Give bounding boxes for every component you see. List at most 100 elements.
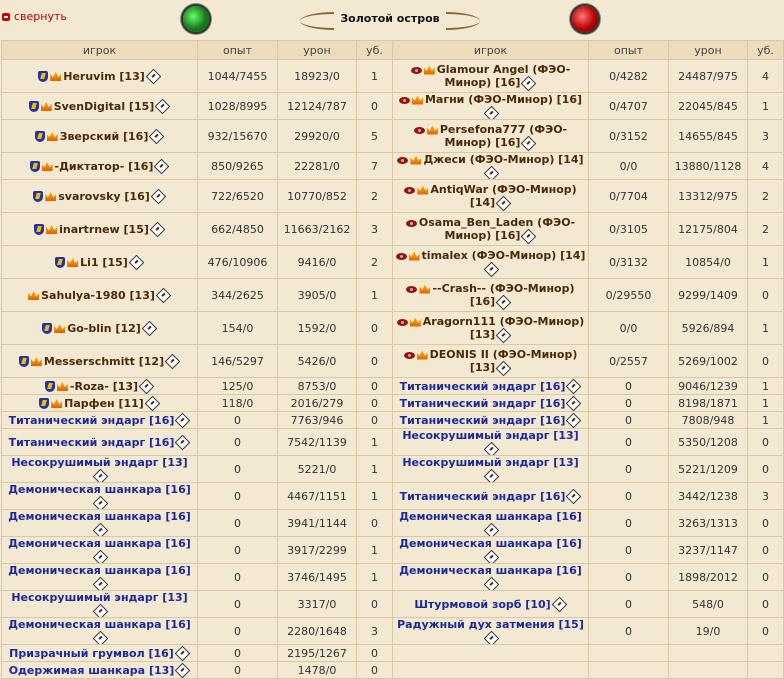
info-icon[interactable] [92, 468, 108, 482]
player-name-link[interactable]: Несокрушимый эндарг [13] [402, 430, 578, 443]
player-name-link[interactable]: Радужный дух затмения [15] [397, 619, 584, 632]
info-icon[interactable] [483, 261, 499, 277]
crown-icon [411, 95, 423, 105]
left-player-cell: Go-blin [12] [1, 311, 198, 345]
left-player-cell: Несокрушимый эндарг [13] [1, 590, 198, 618]
info-icon[interactable] [164, 353, 181, 370]
info-icon[interactable] [149, 128, 165, 145]
info-icon[interactable] [495, 294, 512, 310]
left-kills-cell: 1 [356, 536, 393, 564]
left-exp-cell: 0 [197, 661, 278, 679]
player-name-link[interactable]: Титанический эндарг [16] [400, 414, 566, 427]
player-name-link[interactable]: Титанический эндарг [16] [400, 397, 566, 410]
info-icon[interactable] [145, 68, 162, 85]
info-icon[interactable] [495, 327, 512, 343]
player-name-link[interactable]: Несокрушимый эндарг [13] [11, 457, 187, 470]
info-icon[interactable] [149, 221, 166, 238]
player-name-link[interactable]: Go-blin [12] [67, 322, 141, 335]
info-icon[interactable] [521, 75, 537, 91]
info-icon[interactable] [155, 287, 172, 304]
player-name-link[interactable]: Sahulya-1980 [13] [41, 289, 155, 302]
info-icon[interactable] [141, 320, 158, 337]
right-kills-cell: 4 [747, 152, 784, 180]
info-icon[interactable] [128, 254, 145, 271]
info-icon[interactable] [174, 645, 191, 661]
player-name-link[interactable]: Парфен [11] [64, 397, 144, 410]
info-icon[interactable] [92, 603, 108, 617]
info-icon[interactable] [495, 195, 512, 211]
player-name-link[interactable]: Демоническая шанкара [16] [399, 511, 582, 524]
player-name-link[interactable]: Osama_Ben_Laden (ФЭО-Минор) [16] [419, 216, 575, 242]
player-name-link[interactable]: Glamour Angel (ФЭО-Минор) [16] [437, 63, 571, 89]
info-icon[interactable] [138, 378, 155, 394]
player-name-link[interactable]: Джеси (ФЭО-Минор) [14] [423, 154, 583, 167]
info-icon[interactable] [566, 378, 582, 394]
player-name-link[interactable]: Титанический эндарг [16] [400, 380, 566, 393]
left-kills-cell: 1 [356, 563, 393, 591]
left-damage-cell: 7542/1139 [277, 428, 357, 456]
player-name-link[interactable]: Несокрушимый эндарг [13] [11, 592, 187, 605]
info-icon[interactable] [92, 630, 108, 644]
player-name-link[interactable]: Демоническая шанкара [16] [399, 538, 582, 551]
player-name-link[interactable]: svarovsky [16] [58, 190, 150, 203]
player-name-link[interactable]: Демоническая шанкара [16] [8, 484, 191, 497]
player-name-link[interactable]: Демоническая шанкара [16] [8, 619, 191, 632]
player-name-link[interactable]: Демоническая шанкара [16] [8, 565, 191, 578]
info-icon[interactable] [483, 441, 499, 455]
info-icon[interactable] [155, 98, 171, 115]
player-name-link[interactable]: Одержимая шанкара [13] [9, 664, 175, 677]
player-name-link[interactable]: Призрачный грумвол [16] [9, 647, 174, 660]
player-name-link[interactable]: Штурмовой зорб [10] [414, 598, 550, 611]
player-name-link[interactable]: -Диктатор- [16] [55, 160, 154, 173]
player-name-link[interactable]: Демоническая шанкара [16] [8, 538, 191, 551]
table-body: Heruvim [13] 1044/7455 18923/0 1 Glamour Ang… [1, 59, 784, 679]
info-icon[interactable] [521, 228, 537, 244]
player-name-link[interactable]: Магни (ФЭО-Минор) [16] [425, 94, 582, 107]
player-name-link[interactable]: Титанический эндарг [16] [400, 490, 566, 503]
info-icon[interactable] [483, 576, 499, 590]
table-row: Титанический эндарг [16] 0 7542/1139 1 Несок… [1, 428, 784, 456]
info-icon[interactable] [566, 412, 582, 428]
player-name-link[interactable]: -Roza- [13] [70, 380, 138, 393]
player-name-link[interactable]: Зверский [16] [60, 130, 149, 143]
info-icon[interactable] [175, 412, 191, 428]
left-kills-cell: 1 [356, 428, 393, 456]
info-icon[interactable] [483, 549, 499, 563]
player-name-link[interactable]: Несокрушимый эндарг [13] [402, 457, 578, 470]
player-name-link[interactable]: inartrnew [15] [59, 223, 149, 236]
player-name-link[interactable]: Демоническая шанкара [16] [399, 565, 582, 578]
info-icon[interactable] [483, 630, 499, 644]
player-name-link[interactable]: Persefona777 (ФЭО-Минор) [16] [440, 123, 567, 149]
player-name-link[interactable]: Li1 [15] [80, 256, 128, 269]
info-icon[interactable] [566, 395, 582, 411]
info-icon[interactable] [551, 596, 567, 613]
info-icon[interactable] [483, 522, 499, 536]
info-icon[interactable] [566, 488, 582, 505]
table-row: Демоническая шанкара [16] 0 4467/1151 1 Тита… [1, 482, 784, 510]
info-icon[interactable] [92, 549, 108, 563]
info-icon[interactable] [483, 468, 499, 482]
right-player-cell: Несокрушимый эндарг [13] [392, 455, 589, 483]
player-name-link[interactable]: SvenDigital [15] [54, 100, 155, 113]
info-icon[interactable] [92, 576, 108, 590]
info-icon[interactable] [521, 135, 537, 151]
player-name-link[interactable]: timalex (ФЭО-Минор) [14] [422, 249, 586, 262]
info-icon[interactable] [154, 158, 170, 175]
player-name-link[interactable]: Титанический эндарг [16] [9, 414, 175, 427]
collapse-button[interactable]: свернуть [2, 10, 67, 23]
info-icon[interactable] [144, 395, 161, 411]
info-icon[interactable] [483, 165, 499, 179]
info-icon[interactable] [483, 105, 499, 119]
player-name-link[interactable]: Титанический эндарг [16] [9, 436, 175, 449]
left-exp-cell: 0 [197, 536, 278, 564]
player-name-link[interactable]: Messerschmitt [12] [44, 355, 164, 368]
info-icon[interactable] [92, 495, 108, 509]
info-icon[interactable] [175, 662, 191, 678]
info-icon[interactable] [175, 434, 191, 451]
player-name-link[interactable]: Демоническая шанкара [16] [8, 511, 191, 524]
info-icon[interactable] [495, 360, 512, 376]
player-name-link[interactable]: Heruvim [13] [63, 70, 145, 83]
info-icon[interactable] [150, 188, 167, 205]
right-kills-cell: 0 [747, 344, 784, 378]
info-icon[interactable] [92, 522, 108, 536]
